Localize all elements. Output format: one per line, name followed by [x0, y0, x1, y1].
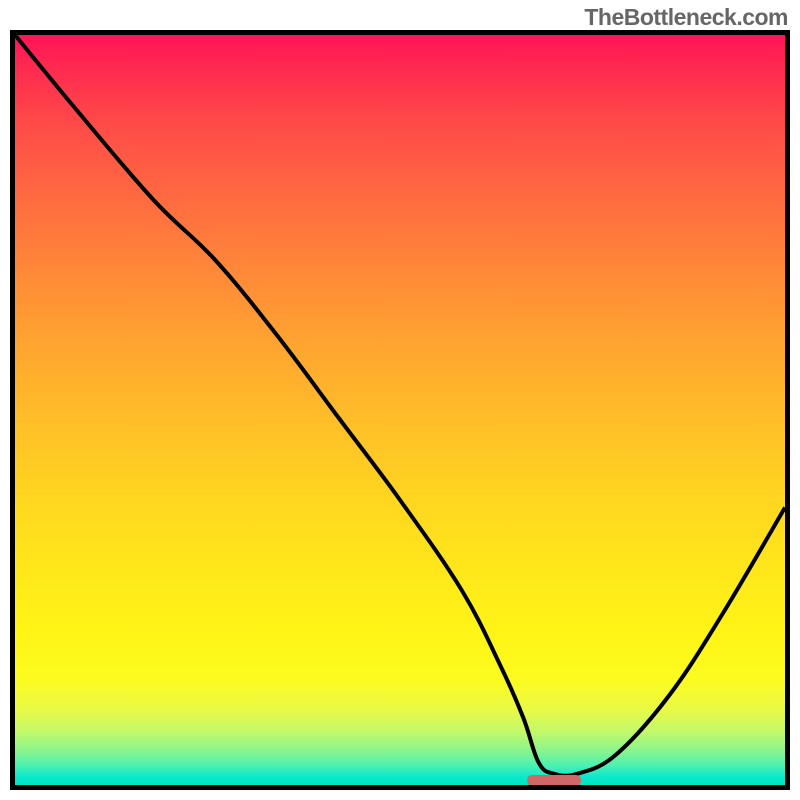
plot-area	[15, 35, 785, 785]
plot-frame	[10, 30, 790, 790]
optimal-range-marker	[527, 775, 581, 785]
chart-svg	[15, 35, 785, 785]
bottleneck-curve-line	[15, 35, 785, 776]
watermark: TheBottleneck.com	[584, 4, 788, 31]
